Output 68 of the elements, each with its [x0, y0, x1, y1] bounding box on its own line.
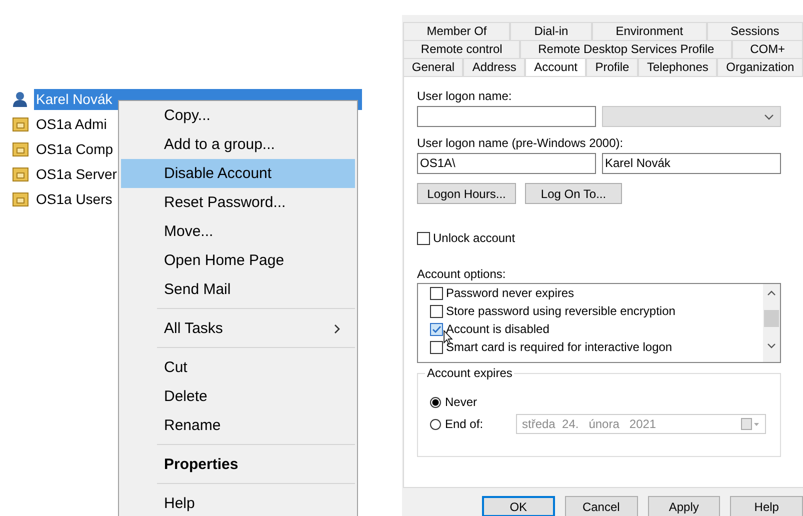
menu-item[interactable]: Delete	[121, 382, 355, 411]
chevron-down-icon	[764, 114, 774, 120]
menu-item[interactable]: Send Mail	[121, 275, 355, 304]
radio-label: End of:	[445, 417, 484, 431]
folder-icon	[12, 141, 29, 158]
menu-item[interactable]: Disable Account	[121, 159, 355, 188]
tab[interactable]: Sessions	[706, 22, 803, 40]
tab[interactable]: Account	[525, 58, 586, 76]
tree-item[interactable]: OS1a Server	[34, 164, 120, 185]
menu-item[interactable]: Cut	[121, 353, 355, 382]
group-title: Account expires	[425, 366, 514, 380]
menu-item[interactable]: Rename	[121, 411, 355, 440]
checkbox[interactable]	[430, 340, 443, 354]
checkbox-label: Unlock account	[433, 231, 516, 245]
menu-item[interactable]: Help	[121, 489, 355, 516]
menu-item[interactable]: Reset Password...	[121, 188, 355, 217]
tab[interactable]: Member Of	[403, 22, 510, 40]
tab[interactable]: Remote control	[403, 40, 520, 58]
checkbox-label: Password never expires	[446, 286, 574, 300]
calendar-icon	[741, 418, 759, 430]
logon-name-field[interactable]: Karel Novák	[602, 153, 781, 174]
checkbox[interactable]	[430, 286, 443, 300]
scrollbar[interactable]	[763, 284, 780, 362]
domain-field[interactable]: OS1A\	[417, 153, 596, 174]
checkbox-label: Account is disabled	[446, 322, 550, 336]
scroll-thumb[interactable]	[764, 310, 779, 327]
checkbox[interactable]	[430, 322, 443, 336]
tree-item[interactable]: OS1a Users	[34, 189, 116, 210]
tab[interactable]: Profile	[586, 58, 638, 76]
folder-icon	[12, 116, 29, 133]
menu-item[interactable]: Open Home Page	[121, 246, 355, 275]
tab[interactable]: Address	[463, 58, 526, 76]
folder-icon	[12, 166, 29, 183]
logon-name-field[interactable]	[417, 106, 596, 127]
tree-item[interactable]: OS1a Comp	[34, 139, 116, 160]
menu-item[interactable]: Move...	[121, 217, 355, 246]
menu-item[interactable]: Properties	[121, 450, 355, 479]
checkbox[interactable]	[430, 304, 443, 318]
tab[interactable]: Organization	[717, 58, 803, 76]
dialog-button[interactable]: Log On To...	[525, 183, 622, 204]
scroll-down-icon	[767, 343, 776, 349]
user-icon	[12, 91, 29, 108]
radio-label: Never	[445, 395, 478, 409]
radio-button[interactable]	[430, 396, 441, 408]
field-label: User logon name:	[417, 89, 513, 103]
checkbox[interactable]	[417, 232, 430, 244]
dialog-button[interactable]: Apply	[648, 496, 720, 516]
tree-item[interactable]: OS1a Admi	[34, 114, 110, 135]
scroll-up-icon	[767, 290, 776, 296]
folder-icon	[12, 191, 29, 208]
tab[interactable]: Remote Desktop Services Profile	[520, 40, 732, 58]
field-label: Account options:	[417, 267, 507, 281]
checkbox-label: Smart card is required for interactive logon	[446, 340, 672, 354]
tab[interactable]: General	[403, 58, 464, 76]
tab[interactable]: Dial-in	[510, 22, 592, 40]
dialog-button[interactable]: Help	[730, 496, 803, 516]
tab[interactable]: COM+	[732, 40, 803, 58]
tab[interactable]: Telephones	[638, 58, 718, 76]
radio-button[interactable]	[430, 418, 441, 430]
field-label: User logon name (pre-Windows 2000):	[417, 136, 624, 150]
checkbox-label: Store password using reversible encryption	[446, 304, 676, 318]
menu-item[interactable]: Add to a group...	[121, 130, 355, 159]
dialog-button[interactable]: Logon Hours...	[417, 183, 516, 204]
checkmark-icon	[431, 324, 442, 334]
dialog-button[interactable]: OK	[482, 496, 555, 516]
menu-item[interactable]: All Tasks	[121, 314, 355, 343]
dialog-button[interactable]: Cancel	[564, 496, 638, 516]
tab[interactable]: Environment	[592, 22, 707, 40]
